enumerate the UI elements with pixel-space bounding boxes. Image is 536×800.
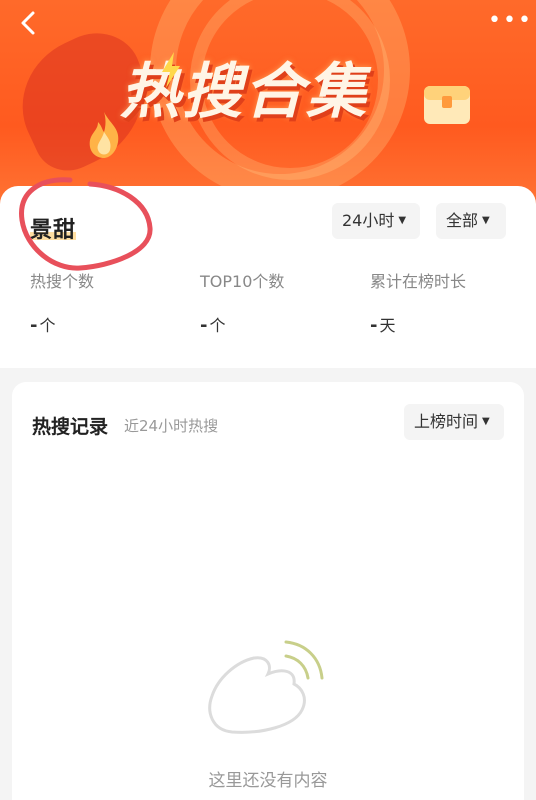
- stat-number: -: [200, 315, 208, 336]
- stat-number: -: [30, 315, 38, 336]
- stat-value-top10-count: - 个: [200, 312, 226, 336]
- annotation-circle: [19, 177, 153, 271]
- records-subtitle: 近24小时热搜: [124, 417, 219, 435]
- time-filter-dropdown[interactable]: 24小时 ▼: [332, 203, 420, 239]
- stat-label-top10-count: TOP10个数: [200, 272, 285, 291]
- scope-filter-dropdown[interactable]: 全部 ▼: [436, 203, 506, 239]
- stat-number: -: [370, 315, 378, 336]
- back-chevron-icon[interactable]: [14, 8, 44, 38]
- records-title: 热搜记录: [32, 416, 109, 438]
- stat-unit: 个: [39, 316, 56, 335]
- more-dots-icon[interactable]: •••: [488, 8, 531, 34]
- caret-down-icon: ▼: [482, 215, 490, 226]
- stat-unit: 天: [379, 316, 396, 335]
- empty-state-weibo-icon: [208, 640, 324, 734]
- sort-dropdown[interactable]: 上榜时间 ▼: [404, 404, 504, 440]
- stat-label-total-duration: 累计在榜时长: [370, 272, 467, 291]
- stat-unit: 个: [209, 316, 226, 335]
- flame-icon: [89, 112, 119, 158]
- treasure-box-icon: [424, 86, 470, 124]
- caret-down-icon: ▼: [398, 215, 407, 226]
- time-filter-label: 24小时: [342, 211, 395, 230]
- sort-label: 上榜时间: [414, 412, 479, 431]
- empty-state-text: 这里还没有内容: [208, 771, 328, 791]
- stat-value-total-duration: - 天: [370, 312, 396, 336]
- scope-filter-label: 全部: [446, 211, 479, 230]
- lightning-icon: [162, 52, 180, 88]
- back-chevron-icon-svg: [21, 11, 35, 35]
- caret-down-icon: ▼: [482, 416, 490, 427]
- stat-value-hot-count: - 个: [30, 312, 56, 336]
- hot-search-records-card: 热搜记录 近24小时热搜 上榜时间 ▼ 这里还没有内容: [12, 382, 524, 800]
